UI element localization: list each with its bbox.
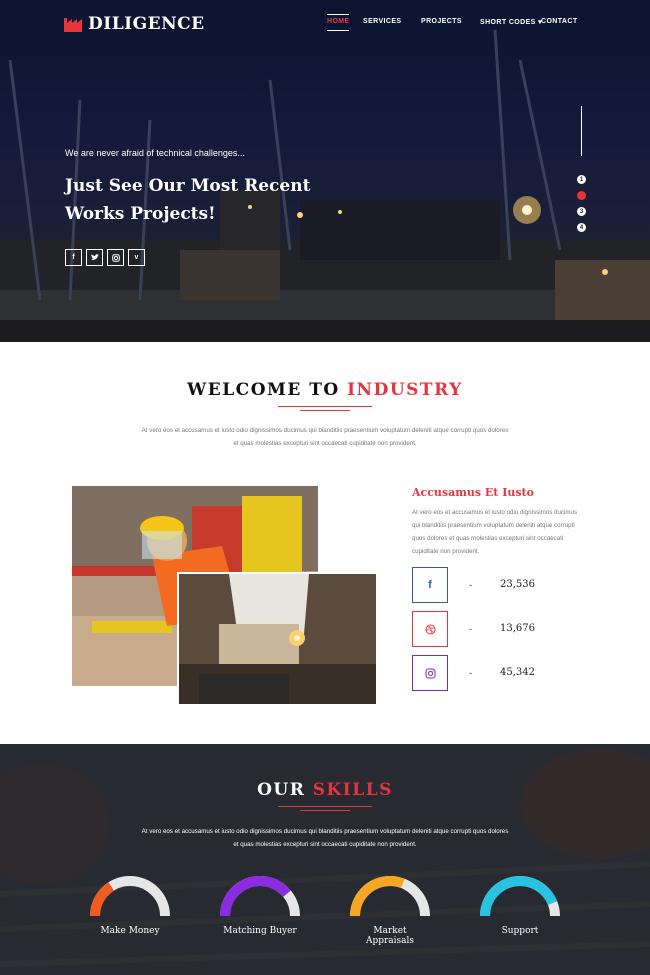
worker-photo-welding (177, 572, 376, 704)
slide-dot-3[interactable]: 3 (577, 207, 586, 216)
title-underline (278, 406, 372, 414)
gauge-arc (90, 876, 170, 917)
stat-dash: - (469, 668, 472, 678)
slide-dot-2[interactable]: 2 (577, 191, 586, 200)
skills-title-b: SKILLS (312, 780, 393, 800)
skill-gauge: Market Appraisals (348, 876, 432, 946)
facebook-icon[interactable]: f (65, 249, 82, 266)
gauge-arc (350, 876, 430, 917)
hero-section: DILIGENCE HOME SERVICES PROJECTS SHORT C… (0, 0, 650, 342)
welcome-title-a: WELCOME TO (187, 380, 348, 400)
facebook-icon[interactable]: f (412, 567, 448, 603)
slide-dot-1[interactable]: 1 (577, 175, 586, 184)
instagram-icon[interactable] (107, 249, 124, 266)
side-text: At vero eos et accusamus et iusto odio d… (412, 509, 578, 555)
gauge-fill (220, 876, 291, 917)
dribbble-glyph (425, 624, 435, 634)
gauge-arc (480, 876, 560, 917)
twitter-icon[interactable] (86, 249, 103, 266)
dribbble-icon[interactable] (412, 611, 448, 647)
slider-pagination: 1 2 3 4 (577, 175, 586, 232)
skills-background-image (0, 744, 650, 975)
hero-social-links: f v (65, 249, 145, 266)
brand-name: DILIGENCE (88, 14, 205, 34)
nav-projects[interactable]: PROJECTS (421, 18, 462, 25)
stat-value: 23,536 (500, 579, 535, 590)
slide-dot-4[interactable]: 4 (577, 223, 586, 232)
slider-indicator-line (581, 106, 582, 156)
skill-label: Make Money (100, 926, 160, 936)
skill-gauge: Support (478, 876, 562, 936)
hero-background-image (0, 29, 650, 342)
gauge-fill (90, 882, 115, 917)
gauge-fill (350, 876, 405, 917)
nav-home[interactable]: HOME (327, 14, 349, 31)
gauge-arc (220, 876, 300, 917)
nav-contact[interactable]: CONTACT (541, 18, 578, 25)
skills-title-a: OUR (257, 780, 313, 800)
hero-title: Just See Our Most Recent Works Projects! (65, 176, 311, 224)
stat-value: 13,676 (500, 623, 535, 634)
skill-gauge: Make Money (88, 876, 172, 936)
skill-label: Support (501, 926, 539, 936)
instagram-glyph (425, 668, 435, 678)
instagram-icon[interactable] (412, 655, 448, 691)
brand-logo[interactable]: DILIGENCE (64, 14, 205, 34)
nav-services[interactable]: SERVICES (363, 18, 401, 25)
gauge-fill (480, 876, 558, 917)
title-underline (278, 806, 372, 814)
welcome-intro-text: At vero eos et accusamus et iusto odio d… (141, 427, 509, 447)
stat-facebook: f - 23,536 (412, 567, 592, 603)
skills-intro-text: At vero eos et accusamus et iusto odio d… (141, 828, 509, 848)
side-title: Accusamus Et Iusto (412, 486, 534, 499)
stat-value: 45,342 (500, 667, 535, 678)
welcome-title: WELCOME TO INDUSTRY (0, 380, 650, 400)
nav-short-codes-label: SHORT CODES (480, 19, 536, 26)
welcome-section: WELCOME TO INDUSTRY At vero eos et accus… (0, 342, 650, 744)
stat-instagram: - 45,342 (412, 655, 592, 691)
skill-label: Market Appraisals (365, 926, 415, 946)
skills-title: OUR SKILLS (0, 780, 650, 800)
stat-dribbble: - 13,676 (412, 611, 592, 647)
stat-dash: - (469, 624, 472, 634)
hero-tagline: We are never afraid of technical challen… (65, 148, 245, 158)
twitter-bird-glyph (90, 254, 99, 260)
worker-photos (72, 486, 376, 704)
skill-gauge: Matching Buyer (218, 876, 302, 936)
vimeo-icon[interactable]: v (128, 249, 145, 266)
welcome-title-b: INDUSTRY (347, 380, 463, 400)
nav-short-codes[interactable]: SHORT CODES ▾ (480, 18, 542, 26)
stat-dash: - (469, 580, 472, 590)
skills-section: OUR SKILLS At vero eos et accusamus et i… (0, 744, 650, 975)
factory-icon (64, 18, 82, 32)
top-navbar: DILIGENCE HOME SERVICES PROJECTS SHORT C… (0, 0, 650, 48)
instagram-glyph (111, 253, 120, 262)
skill-label: Matching Buyer (223, 926, 297, 936)
